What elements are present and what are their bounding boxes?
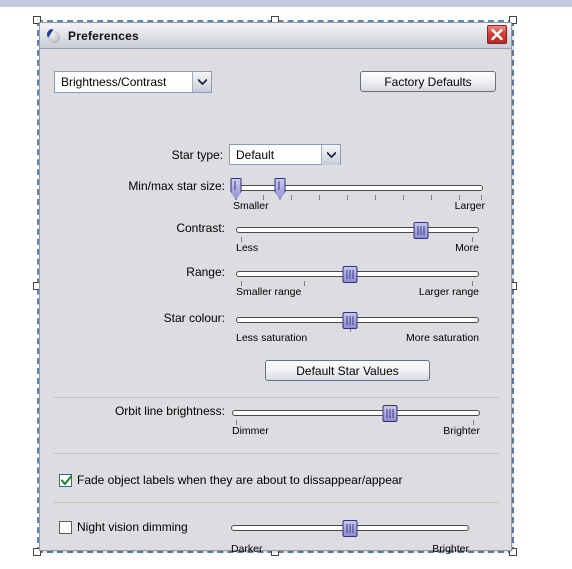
factory-defaults-button[interactable]: Factory Defaults [360, 71, 496, 92]
orbit-line-left-label: Dimmer [232, 425, 269, 437]
slider-track[interactable] [236, 317, 479, 323]
top-toolbar-row: Brightness/Contrast Factory Defaults [40, 71, 511, 95]
star-colour-handle[interactable] [342, 312, 358, 329]
range-label: Range: [186, 265, 225, 279]
divider-3 [54, 502, 499, 503]
night-vision-right-label: Brighter [432, 543, 469, 555]
orbit-line-right-label: Brighter [443, 425, 480, 437]
preferences-dialog: Preferences Brightness/Contrast Factory … [39, 22, 512, 555]
screenshot-root: Preferences Brightness/Contrast Factory … [0, 0, 572, 569]
min-max-star-size-right-label: Larger [454, 200, 485, 212]
window-title: Preferences [68, 28, 139, 43]
default-star-values-button[interactable]: Default Star Values [265, 360, 430, 381]
star-type-select[interactable]: Default [229, 144, 341, 165]
night-vision-handle[interactable] [342, 520, 358, 537]
contrast-handle[interactable] [413, 222, 429, 239]
star-type-label: Star type: [171, 147, 223, 162]
slider-track[interactable] [232, 410, 480, 416]
range-left-label: Smaller range [236, 286, 302, 298]
night-vision-slider[interactable]: Darker Brighter [231, 519, 469, 555]
orbit-line-brightness-handle[interactable] [382, 405, 398, 422]
range-handle[interactable] [342, 266, 358, 283]
dialog-body: Brightness/Contrast Factory Defaults Sta… [40, 49, 511, 555]
chevron-down-icon[interactable] [321, 144, 340, 165]
star-colour-slider[interactable]: Less saturation More saturation [236, 311, 479, 345]
min-max-star-size-slider[interactable]: Smaller Larger [230, 178, 485, 213]
contrast-right-label: More [455, 242, 479, 254]
fade-labels-checkbox[interactable] [59, 473, 72, 487]
orbit-line-brightness-slider[interactable]: Dimmer Brighter [232, 404, 480, 438]
category-select-value: Brightness/Contrast [61, 75, 167, 89]
min-star-size-handle[interactable] [230, 178, 242, 200]
star-colour-left-label: Less saturation [236, 332, 308, 344]
category-select[interactable]: Brightness/Contrast [54, 71, 212, 93]
contrast-slider[interactable]: Less More [236, 221, 479, 255]
night-vision-label: Night vision dimming [77, 520, 188, 534]
night-vision-row[interactable]: Night vision dimming [59, 520, 188, 534]
range-slider[interactable]: Smaller range Larger range [236, 265, 479, 299]
contrast-label: Contrast: [176, 221, 225, 235]
close-icon[interactable] [487, 25, 507, 44]
slider-track[interactable] [233, 185, 483, 191]
title-bar[interactable]: Preferences [40, 23, 511, 49]
slider-track[interactable] [236, 271, 479, 277]
chevron-down-icon[interactable] [192, 72, 211, 92]
page-top-band [0, 0, 572, 7]
night-vision-left-label: Darker [231, 543, 263, 555]
star-colour-right-label: More saturation [406, 332, 479, 344]
min-max-star-size-left-label: Smaller [233, 200, 269, 212]
night-vision-checkbox[interactable] [59, 520, 72, 534]
star-type-select-value: Default [236, 147, 275, 162]
orbit-line-brightness-label: Orbit line brightness: [114, 404, 225, 418]
max-star-size-handle[interactable] [274, 178, 286, 200]
fade-labels-label: Fade object labels when they are about t… [77, 473, 403, 487]
divider-2 [54, 453, 499, 454]
star-type-row: Star type: Default [40, 144, 511, 165]
range-right-label: Larger range [418, 286, 479, 298]
stellarium-moon-icon [46, 28, 62, 44]
contrast-left-label: Less [236, 242, 259, 254]
fade-labels-row[interactable]: Fade object labels when they are about t… [59, 473, 403, 487]
star-colour-label: Star colour: [163, 311, 225, 325]
slider-track[interactable] [236, 227, 479, 233]
divider-1 [54, 397, 499, 398]
min-max-star-size-label: Min/max star size: [128, 179, 225, 193]
